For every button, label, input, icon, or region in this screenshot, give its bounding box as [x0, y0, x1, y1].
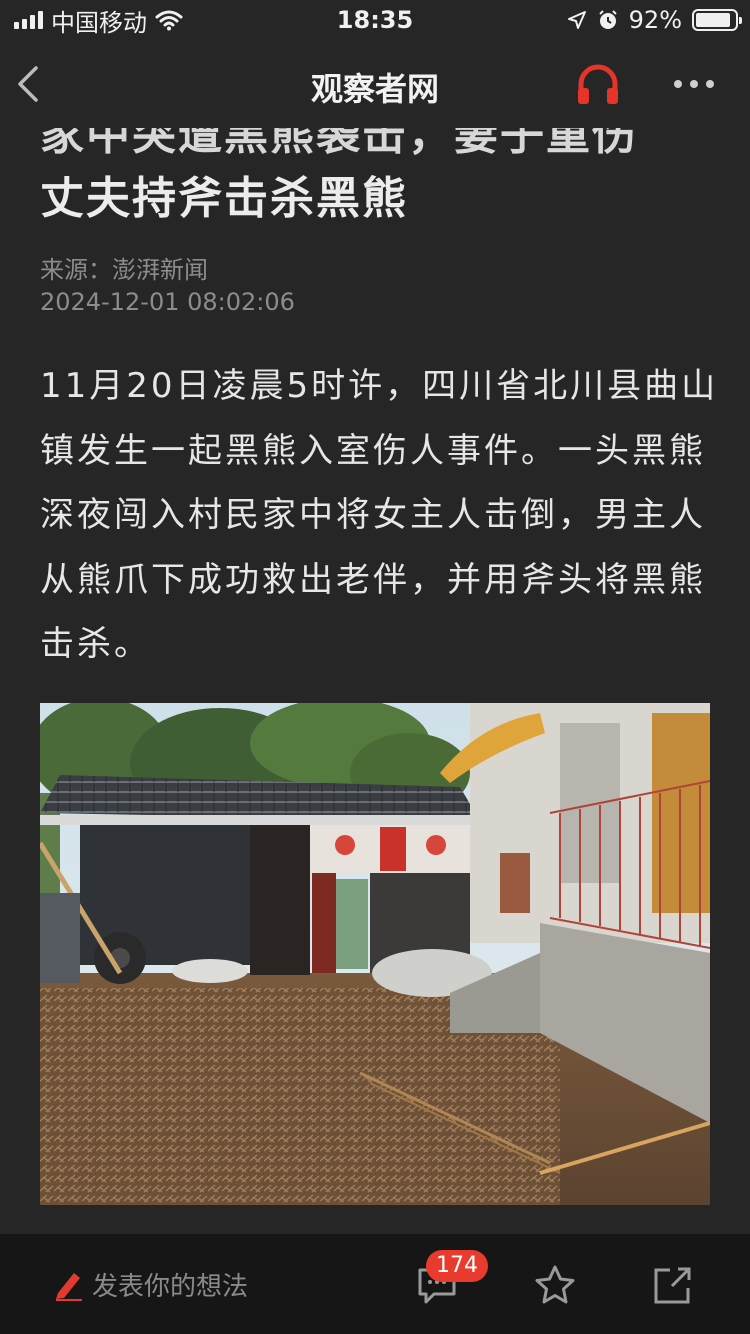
article-datetime: 2024-12-01 08:02:06 [40, 288, 295, 316]
article-photo[interactable] [40, 703, 710, 1205]
article-source: 来源：澎湃新闻 [40, 256, 208, 284]
more-options-icon[interactable] [674, 70, 722, 98]
headphones-icon[interactable] [574, 60, 622, 108]
location-icon [567, 11, 586, 29]
bottom-bar: 发表你的想法 174 [0, 1234, 750, 1334]
article-title: 家中突遭黑熊袭击，妻子重伤 丈夫持斧击杀黑熊 [0, 128, 750, 228]
article-title-partial-line: 家中突遭黑熊袭击，妻子重伤 [40, 128, 638, 160]
star-icon[interactable] [534, 1264, 576, 1306]
status-right: 92% [567, 6, 742, 34]
share-icon[interactable] [652, 1264, 694, 1306]
alarm-icon [598, 10, 617, 29]
edit-icon [56, 1273, 82, 1301]
article-title-line: 丈夫持斧击杀黑熊 [40, 173, 408, 224]
status-bar: 中国移动 18:35 92% [0, 0, 750, 40]
comment-input[interactable]: 发表你的想法 [52, 1262, 248, 1306]
comment-count-badge: 174 [426, 1250, 488, 1282]
article-body: 11月20日凌晨5时许，四川省北川县曲山镇发生一起黑熊入室伤人事件。一头黑熊深夜… [40, 366, 719, 664]
battery-icon [692, 9, 742, 31]
comment-placeholder: 发表你的想法 [92, 1271, 249, 1302]
navigation-bar: 观察者网 [0, 40, 750, 128]
page-title: 观察者网 [310, 70, 439, 108]
courtyard-photo [40, 703, 710, 1205]
battery-percent: 92% [628, 6, 682, 34]
